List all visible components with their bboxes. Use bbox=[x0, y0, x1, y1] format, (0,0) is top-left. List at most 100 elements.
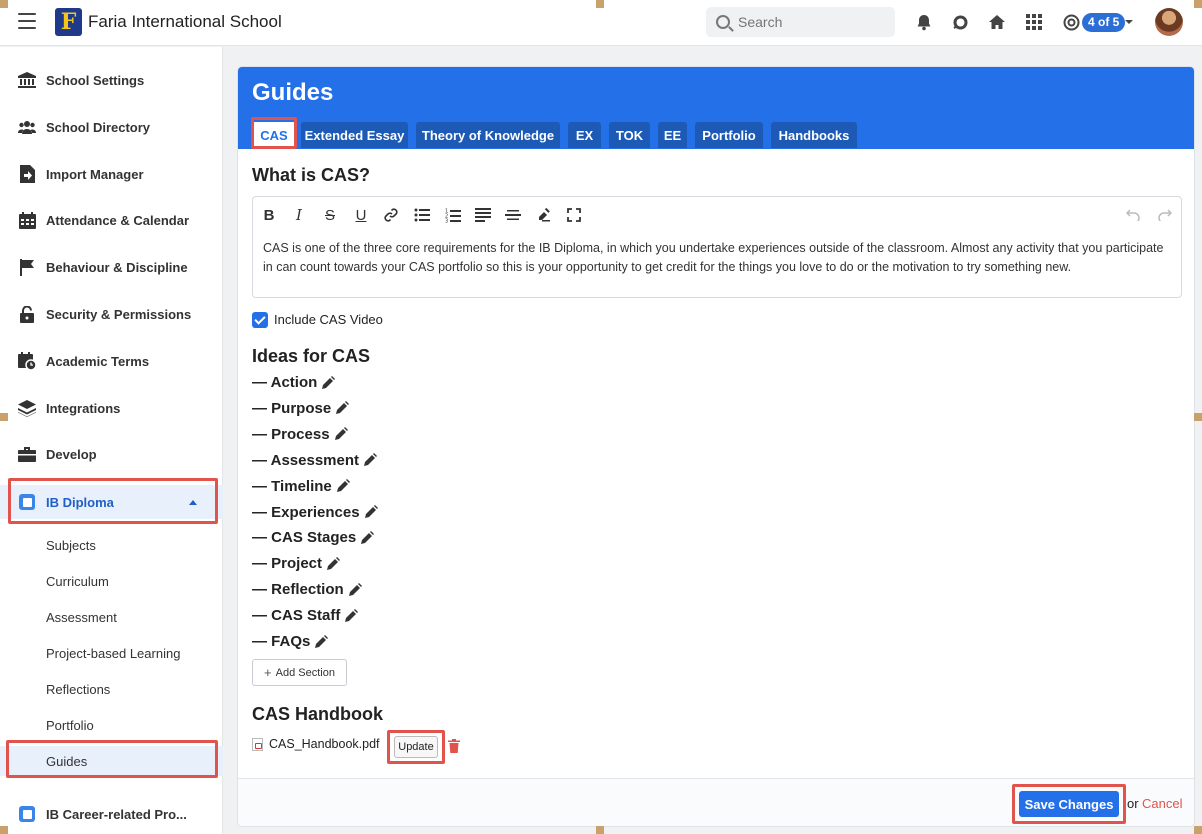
bank-icon bbox=[18, 71, 36, 89]
help-count-badge[interactable]: 4 of 5 bbox=[1082, 13, 1126, 32]
undo-icon[interactable] bbox=[1123, 205, 1143, 225]
editor-content[interactable]: CAS is one of the three core requirement… bbox=[263, 239, 1173, 277]
include-video-checkbox[interactable] bbox=[252, 312, 268, 328]
pencil-icon[interactable] bbox=[360, 530, 375, 545]
idea-item: — Timeline bbox=[252, 478, 350, 495]
sidebar-item-academic-terms[interactable]: Academic Terms bbox=[0, 344, 223, 378]
idea-item: — CAS Stages bbox=[252, 529, 375, 546]
include-video-label[interactable]: Include CAS Video bbox=[274, 312, 383, 327]
bold-icon[interactable]: B bbox=[259, 205, 279, 225]
pencil-icon[interactable] bbox=[348, 582, 362, 597]
handbook-filename[interactable]: CAS_Handbook.pdf bbox=[269, 737, 380, 751]
tab-theory-of-knowledge[interactable]: Theory of Knowledge bbox=[416, 122, 560, 148]
tab-handbooks[interactable]: Handbooks bbox=[771, 122, 857, 148]
pencil-icon[interactable] bbox=[344, 608, 359, 623]
chevron-down-icon[interactable] bbox=[1125, 20, 1133, 24]
idea-label: — Purpose bbox=[252, 399, 332, 417]
school-logo[interactable]: F bbox=[55, 8, 82, 36]
rich-text-editor[interactable]: B I S U 123 CAS is one of the three core… bbox=[252, 196, 1182, 298]
sidebar-item-import-manager[interactable]: Import Manager bbox=[0, 157, 223, 191]
sidebar-subitem-reflections[interactable]: Reflections bbox=[0, 674, 223, 704]
tab-ex[interactable]: EX bbox=[568, 122, 601, 148]
panel-footer: Save Changes or Cancel bbox=[238, 778, 1194, 826]
trash-icon[interactable] bbox=[448, 739, 460, 753]
sidebar-subitem-label: Portfolio bbox=[46, 717, 94, 733]
home-icon[interactable] bbox=[987, 12, 1007, 32]
bell-icon[interactable] bbox=[914, 12, 934, 32]
layers-icon bbox=[18, 399, 36, 417]
idea-item: — Project bbox=[252, 555, 341, 572]
corner-mark bbox=[0, 413, 8, 421]
pencil-icon[interactable] bbox=[326, 556, 341, 571]
sidebar-subitem-curriculum[interactable]: Curriculum bbox=[0, 566, 223, 596]
sidebar-subitem-subjects[interactable]: Subjects bbox=[0, 530, 223, 560]
users-icon bbox=[18, 118, 36, 136]
tab-extended-essay[interactable]: Extended Essay bbox=[301, 122, 408, 148]
corner-mark bbox=[1194, 0, 1202, 8]
cancel-link[interactable]: Cancel bbox=[1142, 796, 1182, 811]
plus-icon: + bbox=[264, 665, 272, 680]
lifebuoy-icon[interactable] bbox=[1061, 12, 1081, 32]
align-left-icon[interactable] bbox=[473, 205, 493, 225]
idea-item: — FAQs bbox=[252, 633, 329, 650]
sidebar-subitem-assessment[interactable]: Assessment bbox=[0, 602, 223, 632]
redo-icon[interactable] bbox=[1155, 205, 1175, 225]
tab-tok[interactable]: TOK bbox=[609, 122, 650, 148]
sidebar-item-label: Security & Permissions bbox=[46, 306, 192, 322]
svg-text:3: 3 bbox=[445, 218, 448, 223]
idea-label: — Process bbox=[252, 425, 330, 443]
sidebar-item-attendance-calendar[interactable]: Attendance & Calendar bbox=[0, 203, 223, 237]
school-name[interactable]: Faria International School bbox=[88, 12, 282, 32]
search-box[interactable] bbox=[706, 7, 895, 37]
sidebar-item-security-permissions[interactable]: Security & Permissions bbox=[0, 297, 223, 331]
hamburger-menu-icon[interactable] bbox=[18, 13, 36, 29]
avatar[interactable] bbox=[1155, 8, 1183, 36]
sidebar-subitem-label: Curriculum bbox=[46, 573, 109, 589]
sidebar-subitem-label: Project-based Learning bbox=[46, 645, 181, 661]
search-input[interactable] bbox=[738, 14, 878, 30]
numbered-list-icon[interactable]: 123 bbox=[443, 205, 463, 225]
link-icon[interactable] bbox=[381, 205, 401, 225]
pencil-icon[interactable] bbox=[335, 401, 350, 415]
underline-icon[interactable]: U bbox=[351, 205, 371, 225]
idea-label: — FAQs bbox=[252, 633, 311, 650]
add-section-label: Add Section bbox=[275, 666, 335, 679]
sidebar-item-label: Academic Terms bbox=[46, 353, 150, 369]
fullscreen-icon[interactable] bbox=[564, 205, 584, 225]
sidebar-item-develop[interactable]: Develop bbox=[0, 437, 223, 471]
handbook-heading: CAS Handbook bbox=[252, 704, 384, 724]
idea-item: — Assessment bbox=[252, 452, 377, 469]
horizontal-rule-icon[interactable] bbox=[503, 205, 523, 225]
italic-icon[interactable]: I bbox=[289, 205, 309, 225]
briefcase-icon bbox=[18, 445, 36, 463]
tab-portfolio[interactable]: Portfolio bbox=[695, 122, 763, 148]
sidebar-item-behaviour-discipline[interactable]: Behaviour & Discipline bbox=[0, 250, 223, 284]
pencil-icon[interactable] bbox=[336, 479, 350, 493]
apps-grid-icon[interactable] bbox=[1024, 12, 1044, 32]
pencil-icon[interactable] bbox=[314, 634, 329, 649]
chat-icon[interactable] bbox=[950, 12, 970, 32]
handbook-file[interactable]: CAS_Handbook.pdf bbox=[252, 737, 380, 751]
sidebar-item-school-directory[interactable]: School Directory bbox=[0, 110, 223, 144]
sidebar-item-ib-career[interactable]: IB Career-related Pro... bbox=[0, 797, 223, 831]
sidebar-subitem-project-based-learning[interactable]: Project-based Learning bbox=[0, 638, 223, 668]
sidebar: School Settings School Directory Import … bbox=[0, 47, 223, 834]
add-section-button[interactable]: + Add Section bbox=[252, 659, 347, 686]
sidebar-item-school-settings[interactable]: School Settings bbox=[0, 63, 223, 97]
bullet-list-icon[interactable] bbox=[412, 205, 432, 225]
sidebar-subitem-portfolio[interactable]: Portfolio bbox=[0, 710, 223, 740]
guides-panel: Guides CAS Extended Essay Theory of Know… bbox=[237, 66, 1195, 827]
what-is-heading: What is CAS? bbox=[252, 165, 371, 185]
tab-ee[interactable]: EE bbox=[658, 122, 687, 148]
pencil-icon[interactable] bbox=[334, 427, 348, 441]
sidebar-item-label: Attendance & Calendar bbox=[46, 212, 190, 228]
idea-label: — Action bbox=[252, 374, 318, 391]
pencil-icon[interactable] bbox=[321, 375, 336, 390]
highlight-box-update bbox=[387, 730, 445, 764]
pencil-icon[interactable] bbox=[364, 505, 378, 519]
pencil-icon[interactable] bbox=[363, 453, 377, 467]
corner-mark bbox=[596, 0, 604, 8]
sidebar-item-integrations[interactable]: Integrations bbox=[0, 391, 223, 425]
strikethrough-icon[interactable]: S bbox=[320, 205, 340, 225]
clear-format-icon[interactable] bbox=[534, 205, 554, 225]
